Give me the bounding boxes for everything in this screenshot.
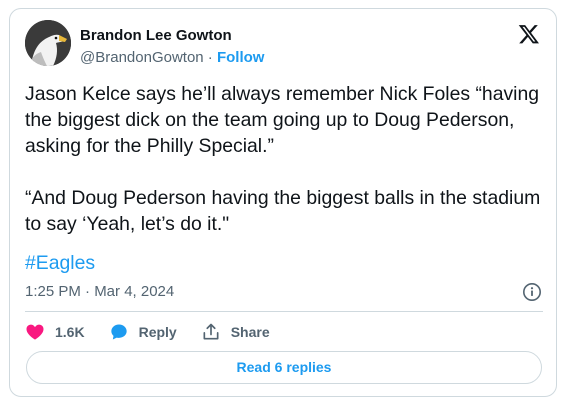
heart-icon — [26, 324, 44, 340]
x-logo-icon[interactable] — [518, 23, 540, 45]
follow-link[interactable]: Follow — [217, 49, 265, 66]
like-button[interactable]: 1.6K — [25, 322, 85, 342]
divider — [25, 311, 543, 312]
tweet-paragraph-2: “And Doug Pederson having the biggest ba… — [25, 187, 541, 235]
tweet-timestamp[interactable]: 1:25 PM · Mar 4, 2024 — [25, 283, 174, 300]
like-count: 1.6K — [55, 324, 85, 340]
hashtag-link[interactable]: #Eagles — [25, 250, 95, 276]
author-handle[interactable]: @BrandonGowton — [80, 49, 204, 66]
separator-dot: · — [203, 49, 217, 66]
action-bar: 1.6K Reply Share — [25, 321, 294, 343]
author-name[interactable]: Brandon Lee Gowton — [80, 27, 232, 44]
read-replies-button[interactable]: Read 6 replies — [26, 351, 542, 384]
share-upload-icon — [203, 323, 219, 340]
reply-button[interactable]: Reply — [109, 322, 177, 342]
eagle-avatar-icon — [25, 20, 71, 66]
share-label: Share — [230, 324, 270, 340]
info-icon[interactable] — [522, 282, 542, 302]
tweet-text: Jason Kelce says he’ll always remember N… — [25, 81, 545, 237]
reply-label: Reply — [138, 324, 177, 340]
tweet-card: Brandon Lee Gowton @BrandonGowton · Foll… — [9, 8, 557, 397]
share-button[interactable]: Share — [201, 322, 270, 342]
author-handle-row: @BrandonGowton · Follow — [80, 49, 264, 66]
avatar[interactable] — [25, 20, 71, 66]
tweet-paragraph-1: Jason Kelce says he’ll always remember N… — [25, 83, 540, 157]
reply-bubble-icon — [110, 324, 127, 340]
